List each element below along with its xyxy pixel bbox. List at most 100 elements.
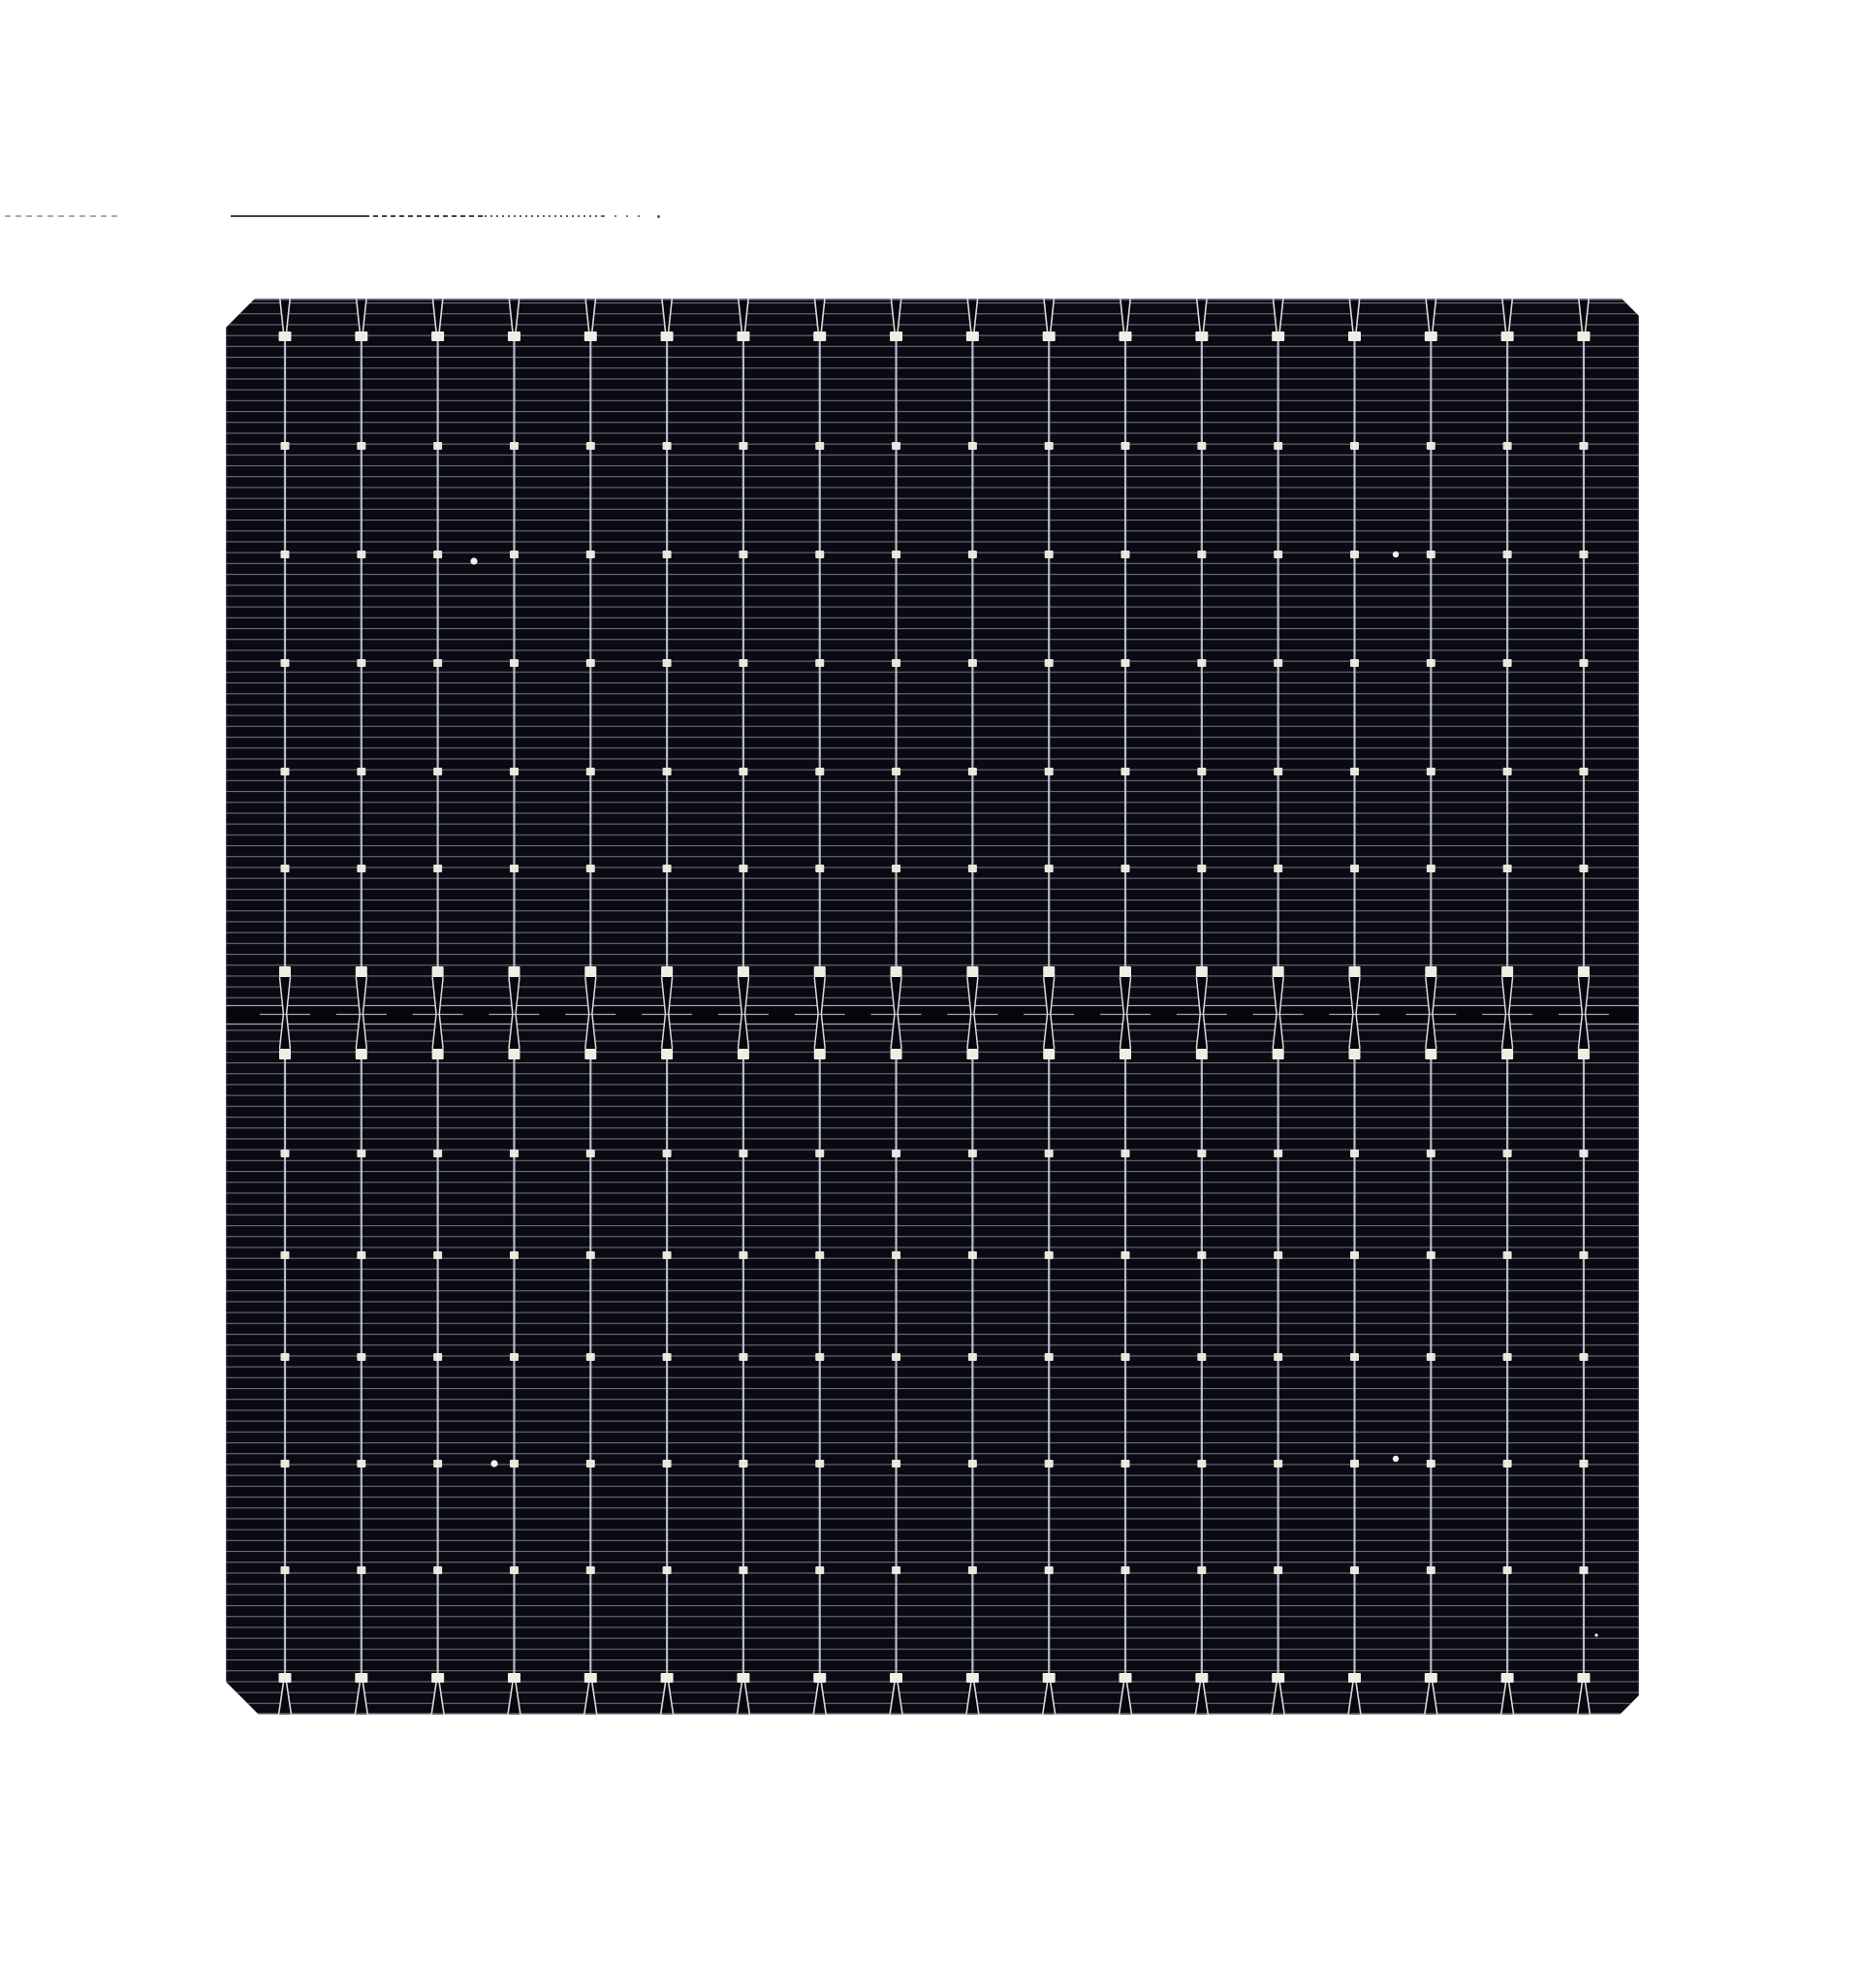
solder-pad: [433, 442, 442, 450]
solder-pad: [815, 1150, 824, 1157]
solder-pad: [1195, 1673, 1208, 1683]
solder-pad: [892, 768, 900, 775]
solder-pad: [586, 1150, 595, 1157]
solder-pad: [815, 442, 824, 450]
solder-pad: [813, 331, 826, 341]
solder-pad: [891, 1049, 902, 1059]
solder-pad: [1427, 1353, 1435, 1361]
solder-pad: [1579, 1460, 1588, 1467]
solder-pad: [1197, 768, 1206, 775]
solder-pad: [279, 1049, 291, 1059]
solder-pad: [1579, 1566, 1588, 1574]
solder-pad: [1425, 1673, 1437, 1683]
solder-pad: [586, 1353, 595, 1361]
solder-pad: [892, 1566, 900, 1574]
solder-pad: [739, 1566, 747, 1574]
solder-pad: [431, 1673, 444, 1683]
defect-dot: [470, 557, 477, 564]
solder-pad: [968, 1460, 977, 1467]
solder-pad: [968, 1150, 977, 1157]
solder-pad: [1350, 1566, 1359, 1574]
solder-pad: [813, 1673, 826, 1683]
solder-pad: [968, 865, 977, 872]
solder-pad: [281, 659, 290, 667]
solder-pad: [663, 1150, 672, 1157]
solder-pad: [1274, 1251, 1282, 1259]
scratch-line-end-dot: [657, 215, 660, 218]
solder-pad: [663, 551, 672, 558]
solder-pad: [433, 1566, 442, 1574]
solder-pad: [432, 1049, 444, 1059]
solder-pad: [1045, 1251, 1054, 1259]
solder-pad: [510, 1566, 519, 1574]
solder-pad: [356, 1049, 367, 1059]
solder-pad: [1197, 551, 1206, 558]
solder-pad: [814, 966, 826, 977]
solder-pad: [1350, 1251, 1359, 1259]
solder-pad: [661, 331, 674, 341]
solder-pad: [1427, 1566, 1435, 1574]
solder-pad: [1273, 966, 1284, 977]
solder-pad: [1197, 659, 1206, 667]
scratch-line-segment: [5, 215, 118, 217]
solder-pad: [892, 551, 900, 558]
solder-pad: [1425, 331, 1437, 341]
solder-pad: [739, 1251, 747, 1259]
solder-pad: [1121, 1251, 1130, 1259]
solder-pad: [739, 768, 747, 775]
solder-pad: [663, 1566, 672, 1574]
solder-pad: [433, 865, 442, 872]
solder-pad: [1350, 659, 1359, 667]
solder-pad: [1503, 1353, 1512, 1361]
solder-pad: [279, 966, 291, 977]
solder-pad: [1197, 1353, 1206, 1361]
solder-pad: [356, 966, 367, 977]
solder-pad: [1350, 442, 1359, 450]
solder-pad: [1425, 1049, 1436, 1059]
solder-pad: [1045, 442, 1054, 450]
solder-pad: [738, 966, 749, 977]
solder-pad: [1045, 865, 1054, 872]
solder-pad: [508, 1673, 520, 1683]
solder-pad: [510, 865, 519, 872]
solder-pad: [1121, 1353, 1130, 1361]
solder-pad: [1120, 966, 1131, 977]
scratch-line-segment: [364, 215, 485, 217]
solder-pad: [1501, 1049, 1513, 1059]
solder-pad: [815, 865, 824, 872]
solder-pad: [1045, 659, 1054, 667]
solder-pad: [281, 1150, 290, 1157]
solder-pad: [814, 1049, 826, 1059]
solder-pad: [1578, 966, 1590, 977]
solder-pad: [1427, 442, 1435, 450]
solar-cell-wafer: [226, 299, 1639, 1715]
solder-pad: [1045, 1150, 1054, 1157]
solder-pad: [1274, 551, 1282, 558]
solder-pad: [1274, 1353, 1282, 1361]
solder-pad: [1427, 551, 1435, 558]
solder-pad: [1503, 659, 1512, 667]
solder-pad: [661, 966, 673, 977]
solder-pad: [890, 1673, 902, 1683]
defect-dot: [1393, 552, 1399, 557]
solder-pad: [968, 768, 977, 775]
solder-pad: [1578, 1049, 1590, 1059]
solder-pad: [1273, 1049, 1284, 1059]
solder-pad: [1121, 865, 1130, 872]
solder-pad: [584, 331, 597, 341]
solder-pad: [815, 1460, 824, 1467]
solder-pad: [663, 1353, 672, 1361]
solder-pad: [966, 966, 978, 977]
solder-pad: [1427, 659, 1435, 667]
solder-pad: [1045, 768, 1054, 775]
solder-pad: [1501, 1673, 1514, 1683]
solder-pad: [584, 1673, 597, 1683]
solder-pad: [1196, 1049, 1208, 1059]
solder-pad: [1197, 1251, 1206, 1259]
solder-pad: [1120, 331, 1132, 341]
solder-pad: [1043, 1673, 1056, 1683]
solder-pad: [663, 768, 672, 775]
solder-pad: [1503, 551, 1512, 558]
solder-pad: [510, 1460, 519, 1467]
solder-pad: [1045, 1566, 1054, 1574]
